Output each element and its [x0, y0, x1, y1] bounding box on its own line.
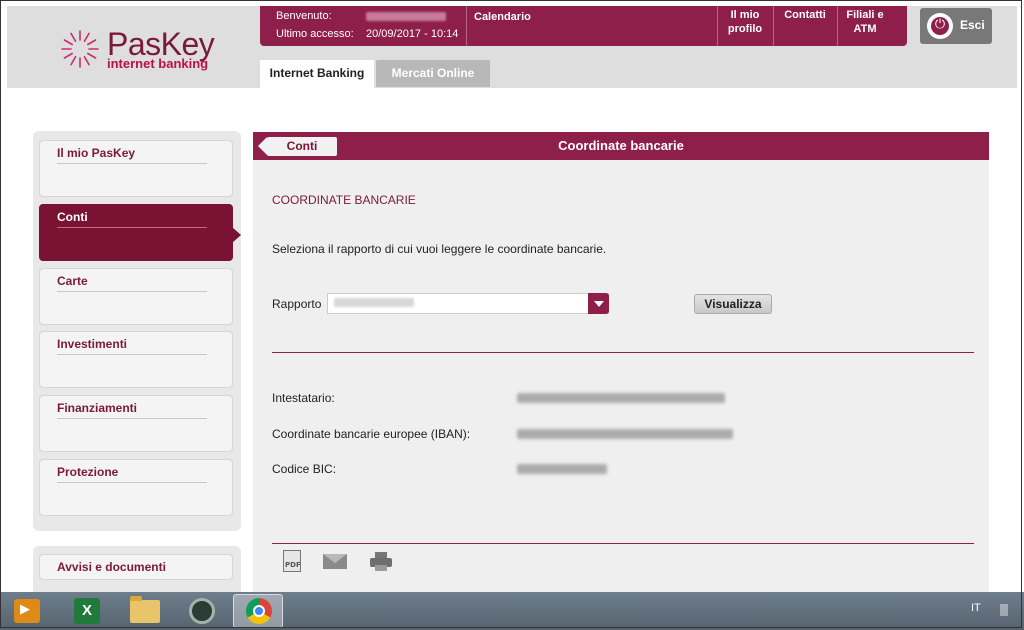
media-player-icon[interactable]: [14, 599, 40, 623]
visualizza-button[interactable]: Visualizza: [694, 294, 772, 314]
sidebar-item-investimenti[interactable]: Investimenti: [39, 331, 233, 388]
last-access-label: Ultimo accesso:: [276, 28, 354, 40]
divider: [837, 6, 838, 46]
sidebar-item-label: Il mio PasKey: [57, 146, 136, 160]
sidebar-secondary: Avvisi e documenti: [33, 546, 241, 596]
sidebar-item-label: Carte: [57, 274, 88, 288]
filiali-link[interactable]: Filiali e ATM: [839, 8, 891, 36]
tab-mercati-online[interactable]: Mercati Online: [376, 60, 490, 87]
iban-value-redacted: [517, 429, 733, 439]
divider: [466, 6, 467, 46]
divider: [773, 6, 774, 46]
excel-icon[interactable]: X: [74, 598, 100, 624]
divider: [57, 482, 207, 483]
chrome-icon[interactable]: [246, 598, 272, 624]
user-name-redacted: [366, 10, 446, 22]
logo-subtitle: internet banking: [107, 56, 209, 71]
tab-internet-banking[interactable]: Internet Banking: [260, 60, 374, 88]
sidebar-item-label: Protezione: [57, 465, 119, 479]
mail-icon[interactable]: [323, 554, 347, 569]
section-title: COORDINATE BANCARIE: [272, 193, 416, 207]
language-indicator[interactable]: IT: [971, 602, 981, 614]
divider: [57, 291, 207, 292]
divider: [717, 6, 718, 46]
logo-burst-icon: [61, 30, 99, 68]
taskbar: X IT: [0, 592, 1024, 630]
intestatario-label: Intestatario:: [272, 391, 335, 405]
welcome-label: Benvenuto:: [276, 10, 332, 22]
sidebar-item-protezione[interactable]: Protezione: [39, 459, 233, 516]
sidebar-item-label: Conti: [57, 210, 88, 224]
sidebar-item-il-mio-paskey[interactable]: Il mio PasKey: [39, 140, 233, 197]
page-title: Coordinate bancarie: [558, 138, 684, 153]
logo[interactable]: PasKey internet banking: [55, 26, 225, 78]
contatti-link[interactable]: Contatti: [776, 8, 834, 22]
sidebar-item-avvisi-documenti[interactable]: Avvisi e documenti: [39, 554, 233, 580]
main-panel: Conti Coordinate bancarie COORDINATE BAN…: [253, 132, 989, 592]
sidebar-item-label: Finanziamenti: [57, 401, 138, 415]
user-bar: Benvenuto: Ultimo accesso: 20/09/2017 - …: [260, 6, 907, 46]
pdf-icon-text: PDF: [285, 561, 301, 569]
sidebar-item-conti[interactable]: Conti: [39, 204, 241, 261]
show-desktop-button[interactable]: [1000, 604, 1008, 616]
bic-value-redacted: [517, 464, 607, 474]
instruction-text: Seleziona il rapporto di cui vuoi legger…: [272, 242, 607, 256]
panel-header: Conti Coordinate bancarie: [253, 132, 989, 160]
divider: [57, 418, 207, 419]
bic-label: Codice BIC:: [272, 462, 337, 476]
sidebar-item-label: Investimenti: [57, 337, 128, 351]
sidebar-nav: Il mio PasKey Conti Carte Investimenti F…: [33, 131, 241, 531]
pdf-icon[interactable]: PDF: [283, 550, 301, 572]
file-explorer-icon[interactable]: [130, 596, 160, 623]
logout-label: Esci: [960, 18, 985, 32]
last-access-value: 20/09/2017 - 10:14: [366, 28, 459, 40]
sidebar-item-carte[interactable]: Carte: [39, 268, 233, 325]
calendario-link[interactable]: Calendario: [474, 10, 531, 24]
power-icon: [927, 13, 953, 39]
rapporto-label: Rapporto: [272, 297, 322, 311]
divider: [57, 354, 207, 355]
divider: [57, 163, 207, 164]
sidebar-item-finanziamenti[interactable]: Finanziamenti: [39, 395, 233, 452]
sidebar-item-label: Avvisi e documenti: [57, 560, 166, 574]
app-circle-icon[interactable]: [189, 598, 215, 624]
rapporto-select[interactable]: [327, 293, 609, 314]
divider: [272, 352, 974, 353]
divider: [57, 227, 207, 228]
printer-paper: [375, 565, 387, 571]
intestatario-value-redacted: [517, 393, 725, 403]
chevron-down-icon[interactable]: [588, 293, 609, 314]
logout-button[interactable]: Esci: [920, 8, 992, 44]
iban-label: Coordinate bancarie europee (IBAN):: [272, 427, 471, 441]
divider: [272, 543, 974, 544]
rapporto-value-redacted: [334, 298, 414, 307]
printer-icon[interactable]: [370, 552, 392, 571]
profile-link[interactable]: Il mio profilo: [722, 8, 768, 36]
